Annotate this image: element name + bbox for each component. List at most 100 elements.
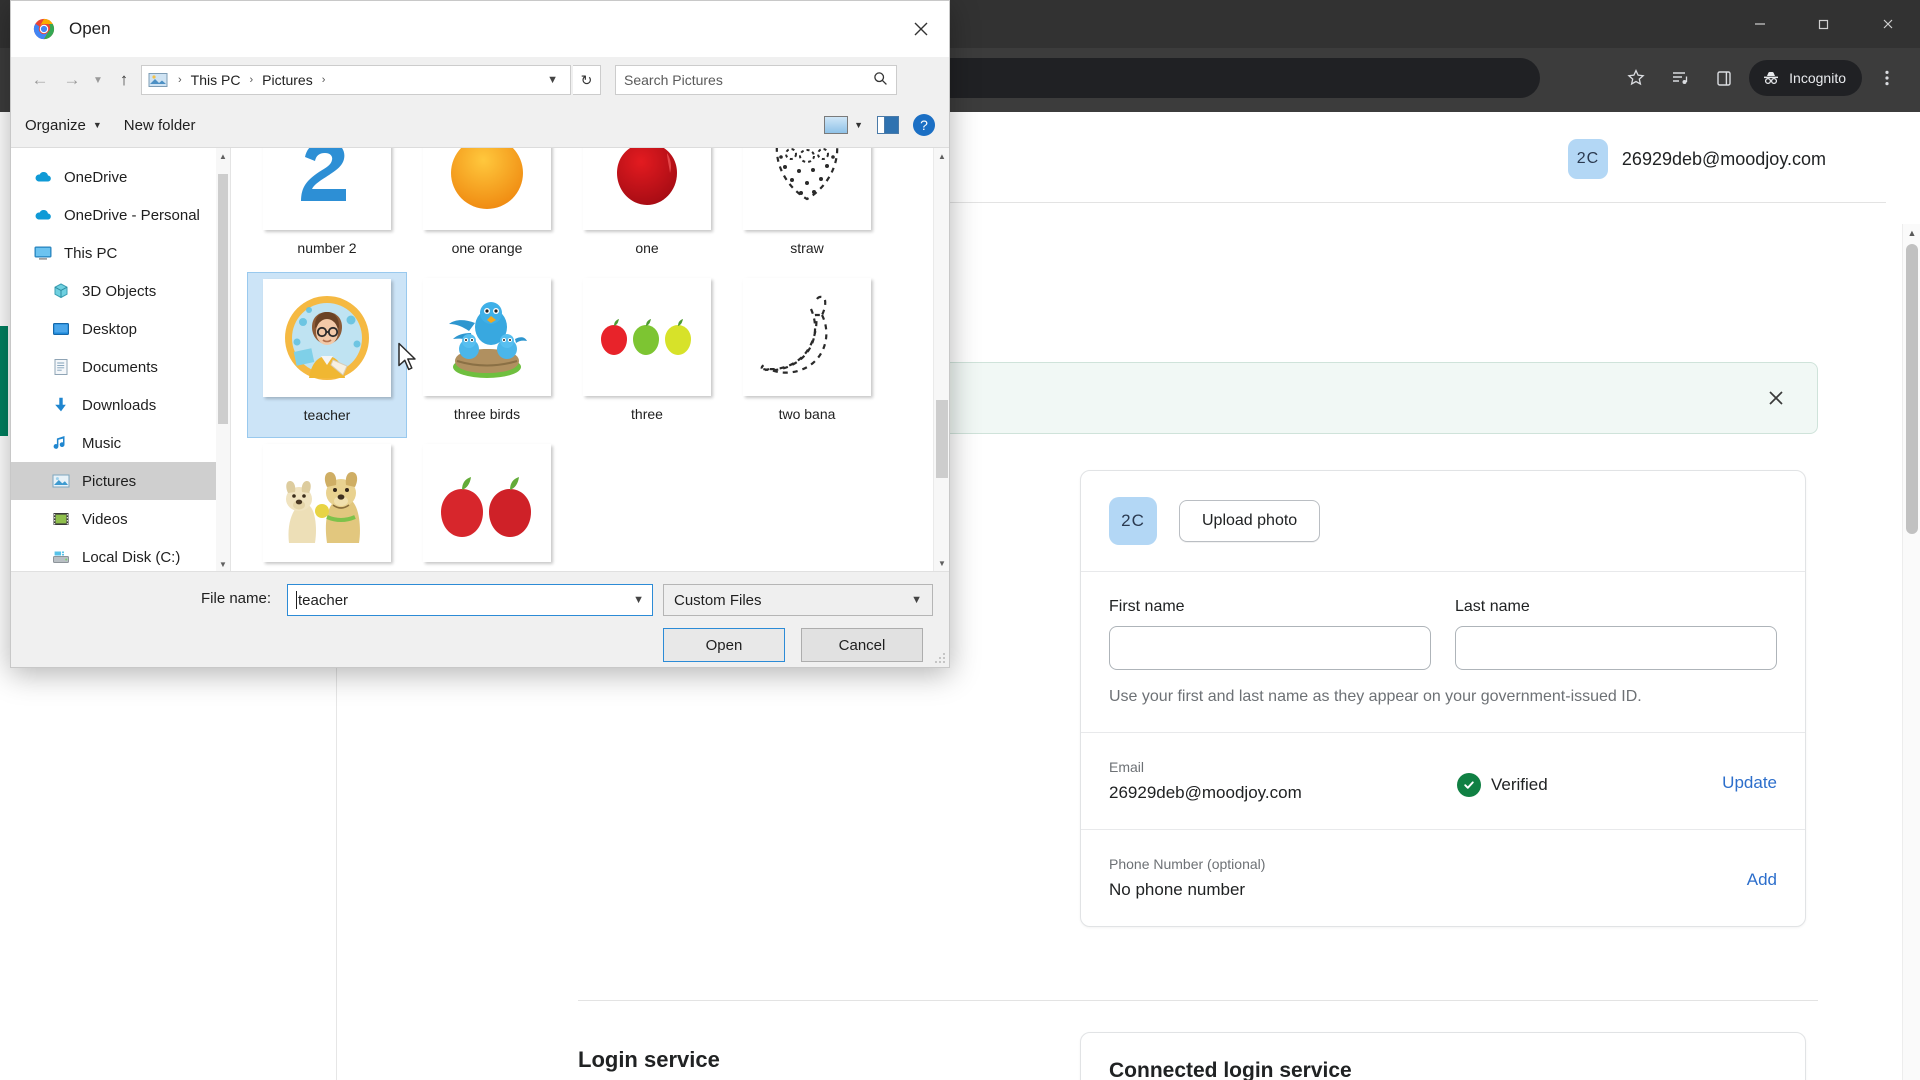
verified-label: Verified	[1491, 775, 1548, 794]
file-type-select[interactable]: Custom Files ▼	[663, 584, 933, 616]
side-panel-icon[interactable]	[1705, 59, 1743, 97]
sidebar-item-videos[interactable]: Videos	[11, 500, 230, 538]
breadcrumb[interactable]: › This PC › Pictures › ▼	[141, 65, 571, 95]
preview-pane-icon[interactable]	[877, 116, 899, 134]
section-divider	[578, 1000, 1818, 1001]
organize-button[interactable]: Organize ▼	[25, 117, 102, 134]
up-arrow-icon[interactable]: ↑	[109, 65, 139, 95]
breadcrumb-item-pictures[interactable]: Pictures	[259, 72, 316, 88]
help-icon[interactable]: ?	[913, 114, 935, 136]
view-mode-icon	[824, 116, 849, 134]
connected-login-service-title: Connected login service	[1109, 1059, 1352, 1080]
breadcrumb-item-this-pc[interactable]: This PC	[188, 72, 244, 88]
email-value: 26929deb@moodjoy.com	[1109, 783, 1302, 802]
sidebar-item-desktop[interactable]: Desktop	[11, 310, 230, 348]
chevron-down-icon[interactable]: ▼	[541, 74, 564, 86]
new-folder-button[interactable]: New folder	[124, 117, 196, 134]
profile-card: 2C Upload photo First name Last name Use…	[1080, 470, 1806, 927]
phone-row: Phone Number (optional) No phone number …	[1081, 830, 1805, 926]
file-item[interactable]: three birds	[407, 272, 567, 438]
avatar: 2C	[1109, 497, 1157, 545]
star-icon[interactable]	[1617, 59, 1655, 97]
restore-icon[interactable]	[1792, 0, 1856, 48]
close-icon[interactable]	[893, 1, 949, 57]
dialog-toolbar: Organize ▼ New folder ▼ ?	[11, 103, 949, 147]
scrollbar-thumb[interactable]	[936, 400, 948, 478]
close-icon[interactable]	[1761, 383, 1791, 413]
scroll-down-icon[interactable]: ▼	[216, 556, 230, 572]
avatar: 2C	[1567, 139, 1608, 179]
account-chip[interactable]: 2C 26929deb@moodjoy.com	[1567, 139, 1826, 179]
sidebar-item-pictures[interactable]: Pictures	[11, 462, 230, 500]
update-email-link[interactable]: Update	[1707, 759, 1777, 793]
dialog-footer: File name: teacher ▼ Custom Files ▼ Open…	[11, 571, 949, 667]
minimize-icon[interactable]	[1728, 0, 1792, 48]
reading-list-icon[interactable]	[1661, 59, 1699, 97]
sidebar-item-documents[interactable]: Documents	[11, 348, 230, 386]
file-item[interactable]: one	[567, 148, 727, 272]
file-item[interactable]: three	[567, 272, 727, 438]
file-item[interactable]: two	[407, 438, 567, 571]
file-grid: number 2 one orange one straw teacher th…	[247, 148, 907, 571]
incognito-indicator[interactable]: Incognito	[1749, 60, 1862, 96]
sidebar-item-onedrive-personal[interactable]: OneDrive - Personal	[11, 196, 230, 234]
page-scrollbar[interactable]: ▲ ▼	[1902, 224, 1920, 1080]
file-item[interactable]: straw	[727, 148, 887, 272]
scroll-up-icon[interactable]: ▲	[934, 148, 949, 165]
sidebar-item-label: OneDrive	[64, 168, 128, 186]
file-list[interactable]: number 2 one orange one straw teacher th…	[231, 148, 949, 571]
organize-label: Organize	[25, 116, 86, 134]
scroll-up-icon[interactable]: ▲	[216, 148, 230, 164]
file-label: three birds	[453, 406, 521, 422]
add-phone-link[interactable]: Add	[1707, 856, 1777, 890]
sidebar-item-downloads[interactable]: Downloads	[11, 386, 230, 424]
sidebar-item-3d-objects[interactable]: 3D Objects	[11, 272, 230, 310]
3d-objects-icon	[51, 281, 71, 301]
open-button[interactable]: Open	[663, 628, 785, 662]
file-item-selected[interactable]: teacher	[247, 272, 407, 438]
recent-locations-icon[interactable]: ▼	[89, 65, 107, 95]
sidebar-item-label: Local Disk (C:)	[82, 548, 181, 566]
close-icon[interactable]	[1856, 0, 1920, 48]
breadcrumb-sep: ›	[249, 74, 254, 86]
file-item[interactable]: two dogs	[247, 438, 407, 571]
sidebar-item-label: Downloads	[82, 396, 157, 414]
name-help-text: Use your first and last name as they app…	[1109, 688, 1642, 705]
dialog-toolbar-right: ▼ ?	[824, 103, 935, 147]
sidebar-item-this-pc[interactable]: This PC	[11, 234, 230, 272]
scrollbar-thumb[interactable]	[1906, 244, 1918, 534]
strawberry-outline-thumb	[743, 148, 871, 230]
sidebar-scrollbar[interactable]: ▲ ▼	[216, 148, 230, 572]
scroll-down-icon[interactable]: ▼	[934, 555, 949, 571]
chevron-down-icon[interactable]: ▼	[911, 594, 922, 606]
scrollbar-thumb[interactable]	[218, 174, 228, 424]
file-item[interactable]: number 2	[247, 148, 407, 272]
forward-arrow-icon[interactable]: →	[57, 65, 87, 95]
chevron-down-icon[interactable]: ▼	[854, 120, 863, 130]
name-row: First name Last name Use your first and …	[1081, 572, 1805, 732]
refresh-icon[interactable]: ↻	[573, 65, 601, 95]
two-dogs-thumb	[263, 444, 391, 562]
upload-photo-button[interactable]: Upload photo	[1179, 500, 1321, 542]
scroll-up-icon[interactable]: ▲	[1903, 224, 1920, 242]
sidebar-item-onedrive[interactable]: OneDrive	[11, 158, 230, 196]
first-name-input[interactable]	[1109, 626, 1431, 670]
search-input[interactable]: Search Pictures	[615, 65, 897, 95]
file-item[interactable]: two bana	[727, 272, 887, 438]
login-card-body: Connected login service You do not have …	[1081, 1033, 1805, 1080]
file-list-scrollbar[interactable]: ▲ ▼	[933, 148, 949, 571]
last-name-input[interactable]	[1455, 626, 1777, 670]
downloads-icon	[51, 395, 71, 415]
cancel-button[interactable]: Cancel	[801, 628, 923, 662]
three-birds-thumb	[423, 278, 551, 396]
three-dot-menu-icon[interactable]	[1868, 59, 1906, 97]
resize-grip[interactable]	[934, 652, 946, 664]
back-arrow-icon[interactable]: ←	[25, 65, 55, 95]
file-name-input[interactable]: teacher ▼	[287, 584, 653, 616]
text-caret	[296, 591, 297, 609]
view-mode-button[interactable]: ▼	[824, 116, 863, 134]
sidebar-item-music[interactable]: Music	[11, 424, 230, 462]
chevron-down-icon[interactable]: ▼	[633, 594, 644, 606]
file-item[interactable]: one orange	[407, 148, 567, 272]
documents-icon	[51, 357, 71, 377]
